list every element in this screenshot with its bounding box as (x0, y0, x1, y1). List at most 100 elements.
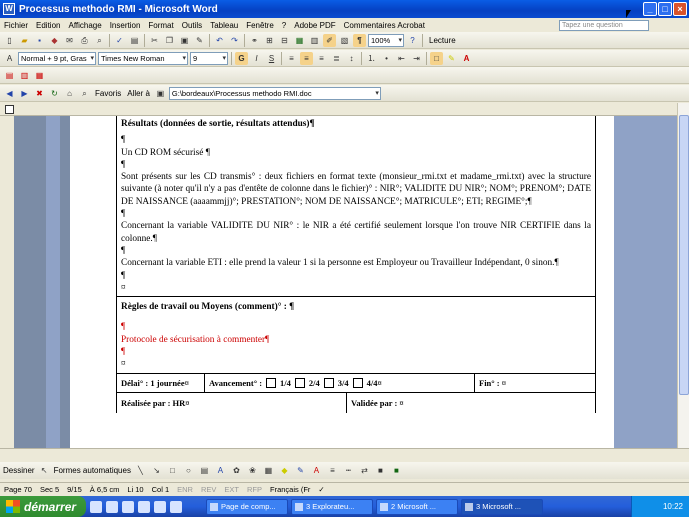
bold-button[interactable]: G (235, 51, 248, 65)
status-rev[interactable]: REV (197, 485, 220, 494)
status-ext[interactable]: EXT (220, 485, 243, 494)
columns-icon[interactable]: ▥ (308, 34, 321, 47)
menu-tableau[interactable]: Tableau (206, 21, 242, 30)
menu-fichier[interactable]: Fichier (0, 21, 32, 30)
quick-launch-icon[interactable] (154, 500, 166, 513)
3d-icon[interactable]: ■ (390, 464, 403, 477)
cut-icon[interactable]: ✂ (148, 34, 161, 47)
autoshapes-menu[interactable]: Formes automatiques (54, 466, 131, 475)
menu-outils[interactable]: Outils (178, 21, 206, 30)
quick-launch-icon[interactable] (90, 500, 102, 513)
font-select[interactable]: Times New Roman (98, 51, 188, 65)
styles-icon[interactable]: A (3, 52, 16, 65)
menu-insertion[interactable]: Insertion (106, 21, 145, 30)
draw-menu[interactable]: Dessiner (3, 466, 35, 475)
menu-commentaires-acrobat[interactable]: Commentaires Acrobat (340, 21, 429, 30)
menu-fenetre[interactable]: Fenêtre (242, 21, 278, 30)
document-map-icon[interactable]: ▧ (338, 34, 351, 47)
home-icon[interactable]: ⌂ (63, 87, 76, 100)
select-objects-icon[interactable]: ↖ (38, 464, 51, 477)
redo-icon[interactable]: ↷ (228, 34, 241, 47)
progress-checkbox-4[interactable] (352, 377, 363, 388)
task-button-explorer[interactable]: 3 Explorateu... (291, 498, 373, 515)
maximize-button[interactable]: □ (658, 2, 672, 16)
horizontal-ruler[interactable] (0, 103, 689, 116)
highlight-icon[interactable]: ✎ (445, 52, 458, 65)
numbering-icon[interactable]: ⒈ (365, 52, 378, 65)
rectangle-icon[interactable]: □ (166, 464, 179, 477)
open-folder-icon[interactable]: ▰ (18, 34, 31, 47)
convert-pdf-review-icon[interactable]: ▦ (33, 69, 46, 82)
search-web-icon[interactable]: ⌕ (78, 87, 91, 100)
task-button-microsoft-2[interactable]: 2 Microsoft ... (376, 498, 458, 515)
bullets-icon[interactable]: • (380, 52, 393, 65)
email-icon[interactable]: ✉ (63, 34, 76, 47)
line-icon[interactable]: ╲ (134, 464, 147, 477)
status-rfp[interactable]: RFP (243, 485, 266, 494)
start-button[interactable]: démarrer (0, 496, 86, 517)
copy-icon[interactable]: ❐ (163, 34, 176, 47)
paste-icon[interactable]: ▣ (178, 34, 191, 47)
font-color-icon[interactable]: A (460, 52, 473, 65)
zoom-select[interactable]: 100% (368, 33, 404, 47)
spelling-icon[interactable]: ✓ (113, 34, 126, 47)
quick-launch-icon[interactable] (138, 500, 150, 513)
progress-checkbox-1[interactable] (266, 377, 277, 388)
clipart-icon[interactable]: ❀ (246, 464, 259, 477)
refresh-icon[interactable]: ↻ (48, 87, 61, 100)
help-icon[interactable]: ? (406, 34, 419, 47)
outside-border-icon[interactable]: □ (430, 51, 443, 65)
go-menu[interactable]: Aller à (125, 89, 152, 98)
text-box-icon[interactable]: ▤ (198, 464, 211, 477)
underline-button[interactable]: S (265, 52, 278, 65)
drawing-icon[interactable]: ✐ (323, 33, 336, 47)
font-size-select[interactable]: 9 (190, 51, 228, 65)
print-preview-icon[interactable]: ⌕ (93, 34, 106, 47)
fill-color-icon[interactable]: ◆ (278, 464, 291, 477)
show-web-toolbar-icon[interactable]: ▣ (154, 87, 167, 100)
arrow-icon[interactable]: ↘ (150, 464, 163, 477)
permission-icon[interactable]: ◆ (48, 34, 61, 47)
scroll-thumb[interactable] (679, 115, 689, 395)
insert-excel-icon[interactable]: ▦ (293, 34, 306, 47)
menu-format[interactable]: Format (144, 21, 177, 30)
line-color-icon[interactable]: ✎ (294, 464, 307, 477)
tab-selector-icon[interactable] (5, 105, 14, 114)
progress-checkbox-2[interactable] (294, 377, 305, 388)
align-right-icon[interactable]: ≡ (315, 52, 328, 65)
close-button[interactable]: × (673, 2, 687, 16)
increase-indent-icon[interactable]: ⇥ (410, 52, 423, 65)
print-icon[interactable]: ⎙ (78, 34, 91, 47)
menu-adobe-pdf[interactable]: Adobe PDF (290, 21, 339, 30)
vertical-scrollbar[interactable] (677, 103, 689, 448)
back-icon[interactable]: ◀ (3, 87, 16, 100)
justify-icon[interactable]: ≣ (330, 52, 343, 65)
help-search-input[interactable]: Tapez une question (559, 20, 649, 31)
diagram-icon[interactable]: ✿ (230, 464, 243, 477)
rules-cell[interactable]: Règles de travail ou Moyens (comment)° :… (117, 296, 595, 372)
forward-icon[interactable]: ▶ (18, 87, 31, 100)
insert-table-icon[interactable]: ⊟ (278, 34, 291, 47)
stop-icon[interactable]: ✖ (33, 87, 46, 100)
arrow-style-icon[interactable]: ⇄ (358, 464, 371, 477)
format-painter-icon[interactable]: ✎ (193, 34, 206, 47)
line-spacing-icon[interactable]: ↕ (345, 52, 358, 65)
align-center-icon[interactable]: ≡ (300, 51, 313, 65)
wordart-icon[interactable]: A (214, 464, 227, 477)
vertical-ruler[interactable] (46, 116, 60, 448)
italic-button[interactable]: I (250, 52, 263, 65)
horizontal-scrollbar[interactable] (0, 448, 689, 462)
shadow-icon[interactable]: ■ (374, 464, 387, 477)
style-select[interactable]: Normal + 9 pt, Gras (18, 51, 96, 65)
address-input[interactable]: G:\bordeaux\Processus methodo RMI.doc (168, 86, 381, 100)
align-left-icon[interactable]: ≡ (285, 52, 298, 65)
dash-style-icon[interactable]: ┅ (342, 464, 355, 477)
progress-checkbox-3[interactable] (323, 377, 334, 388)
task-button-page[interactable]: Page de comp... (206, 498, 288, 515)
status-enr[interactable]: ENR (173, 485, 197, 494)
undo-icon[interactable]: ↶ (213, 34, 226, 47)
minimize-button[interactable]: _ (643, 2, 657, 16)
read-button[interactable]: Lecture (426, 36, 459, 45)
quick-launch-icon[interactable] (170, 500, 182, 513)
task-button-microsoft-3[interactable]: 3 Microsoft ... (461, 498, 543, 515)
